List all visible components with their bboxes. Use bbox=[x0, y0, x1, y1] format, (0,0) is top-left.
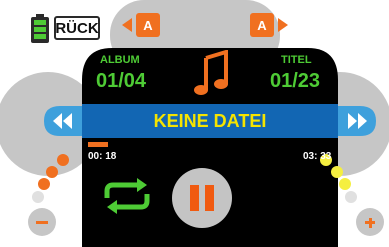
skip-back-button[interactable] bbox=[34, 104, 82, 138]
minus-icon bbox=[36, 221, 48, 224]
title-label: TITEL bbox=[281, 54, 312, 66]
pause-icon bbox=[190, 185, 214, 211]
file-name-bar: KEINE DATEI bbox=[82, 104, 338, 138]
total-time: 03: 33 bbox=[303, 151, 332, 162]
battery-icon bbox=[31, 14, 49, 43]
album-prev-label: A bbox=[143, 17, 153, 33]
music-note-icon bbox=[194, 50, 228, 95]
chevron-left-icon bbox=[122, 18, 132, 32]
progress-track bbox=[88, 142, 332, 147]
album-prev-button[interactable]: A bbox=[122, 13, 166, 37]
progress-fill bbox=[88, 142, 108, 147]
skip-forward-icon bbox=[338, 106, 376, 136]
skip-forward-button[interactable] bbox=[338, 104, 386, 138]
album-next-button[interactable]: A bbox=[250, 13, 294, 37]
pause-button[interactable] bbox=[172, 168, 232, 228]
repeat-icon[interactable] bbox=[99, 178, 155, 214]
title-value: 01/23 bbox=[270, 70, 321, 92]
back-button[interactable]: RÜCK bbox=[54, 16, 100, 40]
volume-minus-button[interactable] bbox=[28, 208, 56, 236]
album-next-label: A bbox=[257, 17, 267, 33]
chevron-right-icon bbox=[278, 18, 288, 32]
album-label: ALBUM bbox=[100, 54, 140, 66]
volume-plus-button[interactable] bbox=[356, 208, 384, 236]
skip-back-icon bbox=[44, 106, 82, 136]
file-name: KEINE DATEI bbox=[153, 110, 267, 131]
album-value: 01/04 bbox=[96, 70, 147, 92]
elapsed-time: 00: 18 bbox=[88, 151, 117, 162]
